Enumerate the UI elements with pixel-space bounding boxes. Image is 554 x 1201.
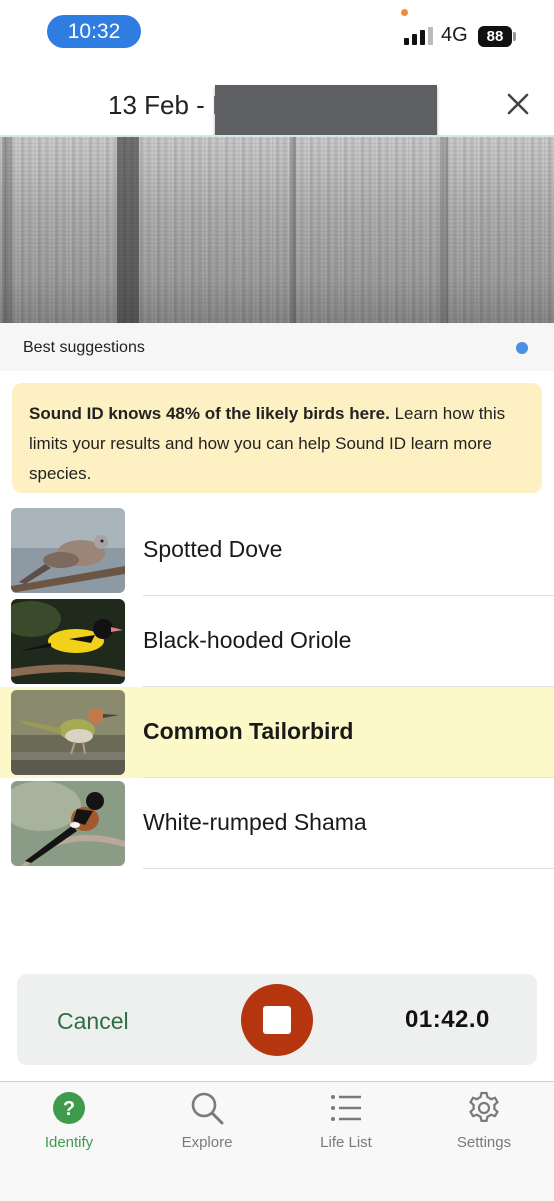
tab-label: Identify	[44, 1134, 94, 1151]
spectrogram[interactable]	[0, 137, 554, 323]
status-bar: 10:32 4G 88	[0, 0, 554, 64]
tab-label: Life List	[320, 1134, 372, 1151]
signal-icon	[404, 27, 433, 45]
suggestions-header: Best suggestions	[0, 323, 554, 371]
recording-controls: Cancel 01:42.0	[17, 974, 537, 1065]
tab-explore[interactable]: Explore	[138, 1082, 276, 1201]
close-icon[interactable]	[502, 88, 534, 120]
result-row-common-tailorbird[interactable]: Common Tailorbird	[0, 687, 554, 778]
live-indicator-dot	[516, 342, 528, 354]
spectrogram-sound-band	[440, 137, 448, 323]
question-icon: ?	[53, 1092, 85, 1124]
tab-settings[interactable]: Settings	[415, 1082, 553, 1201]
result-row-spotted-dove[interactable]: Spotted Dove	[0, 505, 554, 596]
header: 13 Feb - I	[0, 72, 554, 143]
tab-identify[interactable]: ? Identify	[0, 1082, 138, 1201]
tab-label: Explore	[181, 1134, 233, 1151]
bird-photo-spotted-dove	[11, 508, 125, 593]
suggestions-label: Best suggestions	[23, 339, 145, 356]
bird-photo-black-hooded-oriole	[11, 599, 125, 684]
bird-name: Spotted Dove	[143, 536, 283, 562]
list-icon	[331, 1095, 361, 1121]
stop-recording-button[interactable]	[241, 984, 313, 1056]
bird-name: Black-hooded Oriole	[143, 627, 352, 653]
row-divider	[143, 868, 554, 869]
gear-icon	[469, 1091, 499, 1122]
tab-bar: ? Identify Explore Life List Settings	[0, 1081, 554, 1201]
svg-text:?: ?	[63, 1098, 75, 1120]
network-type: 4G	[441, 24, 468, 46]
tab-life-list[interactable]: Life List	[277, 1082, 415, 1201]
result-row-black-hooded-oriole[interactable]: Black-hooded Oriole	[0, 596, 554, 687]
cancel-button[interactable]: Cancel	[57, 1008, 129, 1035]
stop-icon	[263, 1006, 291, 1034]
battery-icon	[513, 32, 516, 41]
notice-bold-text: Sound ID knows 48% of the likely birds h…	[29, 404, 390, 423]
search-icon	[191, 1092, 224, 1125]
spectrogram-sound-band	[117, 137, 139, 323]
spectrogram-sound-band	[290, 137, 296, 323]
bird-name: White-rumped Shama	[143, 809, 367, 835]
tab-label: Settings	[456, 1134, 512, 1151]
result-row-white-rumped-shama[interactable]: White-rumped Shama	[0, 778, 554, 869]
bird-name: Common Tailorbird	[143, 718, 354, 744]
privacy-indicator-dot	[401, 9, 408, 16]
bird-photo-common-tailorbird	[11, 690, 125, 775]
recording-timer: 01:42.0	[405, 1006, 490, 1033]
status-time: 10:32	[47, 15, 141, 48]
battery-level: 88	[478, 26, 512, 47]
bird-photo-white-rumped-shama	[11, 781, 125, 866]
results-list: Spotted Dove Black-hooded Oriole Common …	[0, 505, 554, 869]
coverage-notice[interactable]: Sound ID knows 48% of the likely birds h…	[12, 383, 542, 493]
spectrogram-sound-band	[2, 137, 12, 323]
